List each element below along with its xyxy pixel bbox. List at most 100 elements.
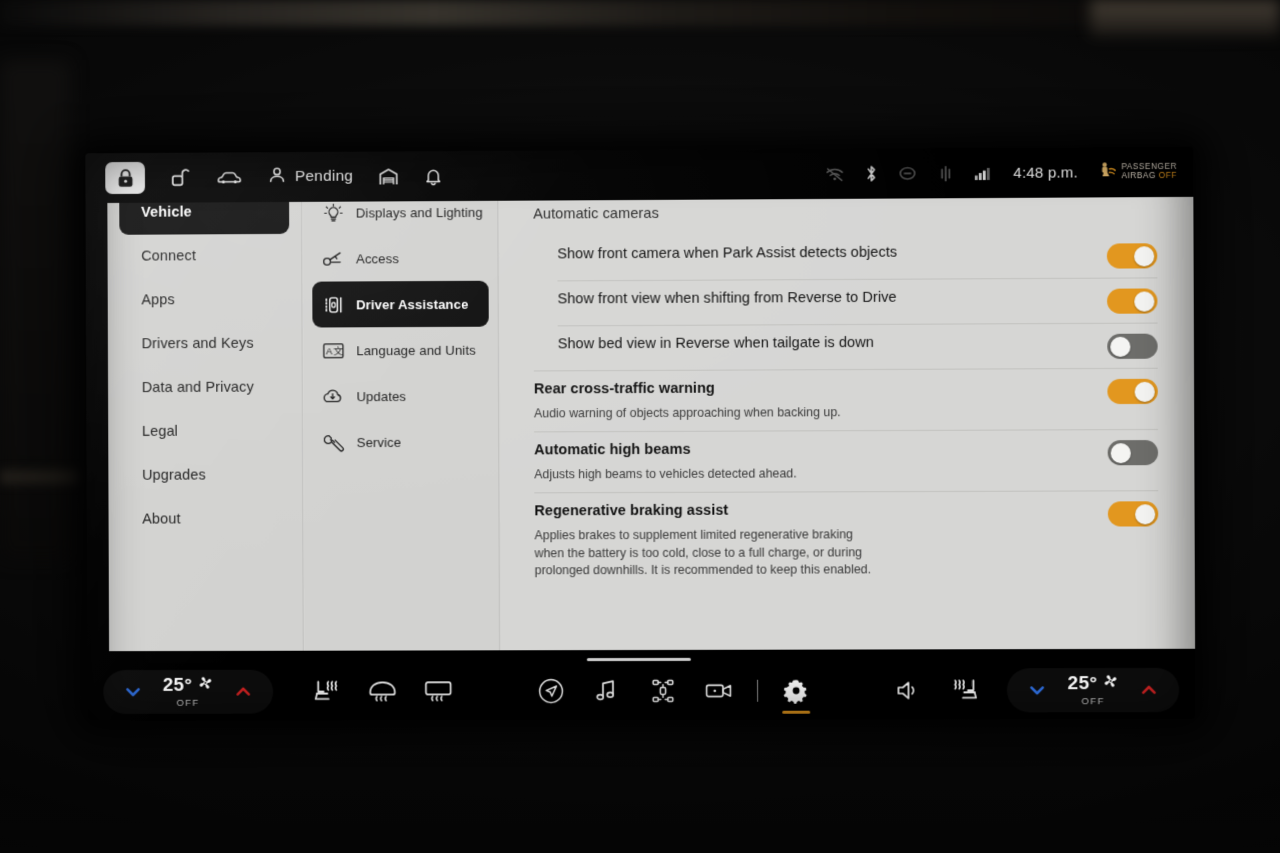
sidebar-item-label: Apps [141, 292, 175, 309]
setting-toggle[interactable] [1107, 288, 1158, 314]
driver-seat-heater-icon[interactable] [298, 669, 354, 715]
temp-up-chevron-icon[interactable] [233, 682, 253, 702]
toggle-knob [1134, 245, 1155, 266]
setting-row-rear-cross-traffic-warning[interactable]: Rear cross-traffic warning Audio warning… [534, 369, 1158, 432]
airbag-line-2: AIRBAG [1121, 170, 1156, 181]
offroad-icon[interactable] [634, 668, 690, 714]
subnav-item-language-and-units[interactable]: A 文 Language and Units [312, 327, 489, 374]
wrench-icon [323, 431, 345, 453]
tire-tread-icon[interactable] [939, 165, 953, 182]
setting-label: Automatic high beams [534, 441, 691, 459]
passenger-seat-heater-icon[interactable] [937, 667, 993, 713]
setting-toggle[interactable] [1107, 378, 1158, 405]
airbag-status-text: PASSENGER AIRBAG OFF [1121, 162, 1177, 181]
key-icon [322, 248, 344, 270]
status-bar-left-group: Pending [105, 151, 443, 203]
front-defrost-icon[interactable] [354, 668, 410, 714]
setting-row-front-view-reverse-to-drive[interactable]: Show front view when shifting from Rever… [534, 278, 1158, 325]
clock: 4:48 p.m. [1013, 163, 1079, 182]
settings-gear-icon[interactable] [767, 668, 823, 714]
sidebar-item-label: About [142, 511, 181, 528]
subnav-item-label: Access [355, 250, 399, 266]
driver-assistance-icon [322, 293, 344, 315]
subnav-item-access[interactable]: Access [312, 235, 489, 282]
lock-icon[interactable] [105, 161, 146, 195]
settings-panel: Vehicle Connect Apps Drivers and Keys Da… [107, 184, 1196, 652]
bluetooth-icon[interactable] [866, 165, 878, 183]
setting-row-regenerative-braking-assist[interactable]: Regenerative braking assist Applies brak… [534, 492, 1159, 589]
sidebar-item-apps[interactable]: Apps [120, 278, 290, 323]
volume-icon[interactable] [881, 667, 937, 713]
subnav-item-label: Service [356, 434, 402, 450]
bottom-left-utility-group [298, 668, 465, 714]
dashcam-icon[interactable] [690, 668, 746, 714]
subnav-item-label: Language and Units [356, 342, 476, 358]
setting-toggle[interactable] [1106, 243, 1158, 269]
garage-icon[interactable] [379, 167, 399, 186]
passenger-climate-state: OFF [1081, 696, 1105, 708]
setting-row-automatic-high-beams[interactable]: Automatic high beams Adjusts high beams … [534, 430, 1159, 493]
person-icon [268, 166, 286, 189]
row-text-group: Show front camera when Park Assist detec… [557, 243, 1093, 265]
sidebar-item-about[interactable]: About [120, 497, 290, 541]
unlock-icon[interactable] [171, 168, 191, 188]
subnav-item-service[interactable]: Service [313, 419, 490, 466]
settings-secondary-nav: Displays and Lighting Access Driver Assi… [302, 188, 500, 651]
temp-up-chevron-icon[interactable] [1139, 680, 1159, 700]
sidebar-item-upgrades[interactable]: Upgrades [120, 453, 290, 497]
passenger-temp-value: 25° [1067, 673, 1098, 695]
sidebar-item-label: Connect [141, 248, 196, 265]
toggle-knob [1110, 442, 1131, 463]
home-indicator[interactable] [586, 657, 691, 662]
dashboard-seam [0, 470, 80, 484]
sidebar-item-legal[interactable]: Legal [120, 409, 290, 454]
fan-icon [197, 675, 213, 697]
setting-toggle[interactable] [1107, 333, 1158, 359]
setting-row-bed-view-reverse-tailgate[interactable]: Show bed view in Reverse when tailgate i… [534, 324, 1158, 371]
driver-profile-status[interactable]: Pending [268, 165, 353, 188]
subnav-item-updates[interactable]: Updates [313, 373, 490, 420]
cellular-signal-icon[interactable] [974, 165, 992, 181]
toggle-knob [1110, 336, 1131, 357]
media-icon[interactable] [578, 668, 634, 714]
setting-row-front-camera-park-assist[interactable]: Show front camera when Park Assist detec… [533, 233, 1158, 280]
temp-down-chevron-icon[interactable] [123, 682, 143, 702]
bottom-right-utility-group [881, 667, 994, 713]
rear-defrost-icon[interactable] [410, 668, 466, 714]
subnav-item-label: Updates [356, 388, 407, 404]
passenger-temp-readout: 25° OFF [1068, 673, 1119, 707]
sidebar-item-label: Upgrades [142, 467, 206, 484]
setting-description: Adjusts high beams to vehicles detected … [534, 466, 797, 482]
setting-toggle[interactable] [1107, 440, 1159, 466]
sidebar-item-data-and-privacy[interactable]: Data and Privacy [120, 366, 290, 411]
toggle-knob [1135, 504, 1156, 525]
car-icon[interactable] [216, 169, 242, 185]
passenger-climate-control[interactable]: 25° OFF [1007, 667, 1180, 713]
temp-down-chevron-icon[interactable] [1027, 680, 1047, 700]
dashboard-right-trim [1090, 0, 1280, 36]
settings-content: Automatic cameras Show front camera when… [499, 184, 1196, 651]
fan-icon [1102, 673, 1118, 695]
notifications-bell-icon[interactable] [425, 167, 443, 186]
setting-toggle[interactable] [1107, 501, 1159, 527]
driver-temp-value: 25° [162, 674, 193, 696]
svg-text:A: A [326, 346, 333, 357]
sidebar-item-drivers-and-keys[interactable]: Drivers and Keys [120, 322, 290, 367]
navigation-icon[interactable] [523, 668, 579, 714]
setting-description: Applies brakes to supplement limited reg… [534, 527, 872, 578]
subnav-item-label: Driver Assistance [356, 296, 469, 312]
driver-climate-state: OFF [176, 697, 200, 709]
driver-temp-readout: 25° OFF [163, 675, 213, 709]
wifi-off-icon[interactable] [826, 166, 845, 181]
sidebar-item-connect[interactable]: Connect [119, 234, 289, 279]
driver-climate-control[interactable]: 25° OFF [103, 669, 273, 714]
row-text-group: Automatic high beams Adjusts high beams … [534, 439, 1094, 483]
cloud-download-icon [323, 385, 345, 407]
tire-pressure-icon[interactable] [899, 165, 918, 181]
subnav-item-driver-assistance[interactable]: Driver Assistance [312, 280, 489, 328]
row-text-group: Show bed view in Reverse when tailgate i… [558, 333, 1094, 355]
status-bar: Pending 4:48 p.m. PASSENGER AIRBAG OFF [85, 146, 1194, 204]
setting-label: Show front camera when Park Assist detec… [557, 244, 898, 263]
center-touchscreen: Pending 4:48 p.m. PASSENGER AIRBAG OFF V… [84, 146, 1196, 721]
passenger-airbag-indicator: PASSENGER AIRBAG OFF [1099, 161, 1177, 183]
